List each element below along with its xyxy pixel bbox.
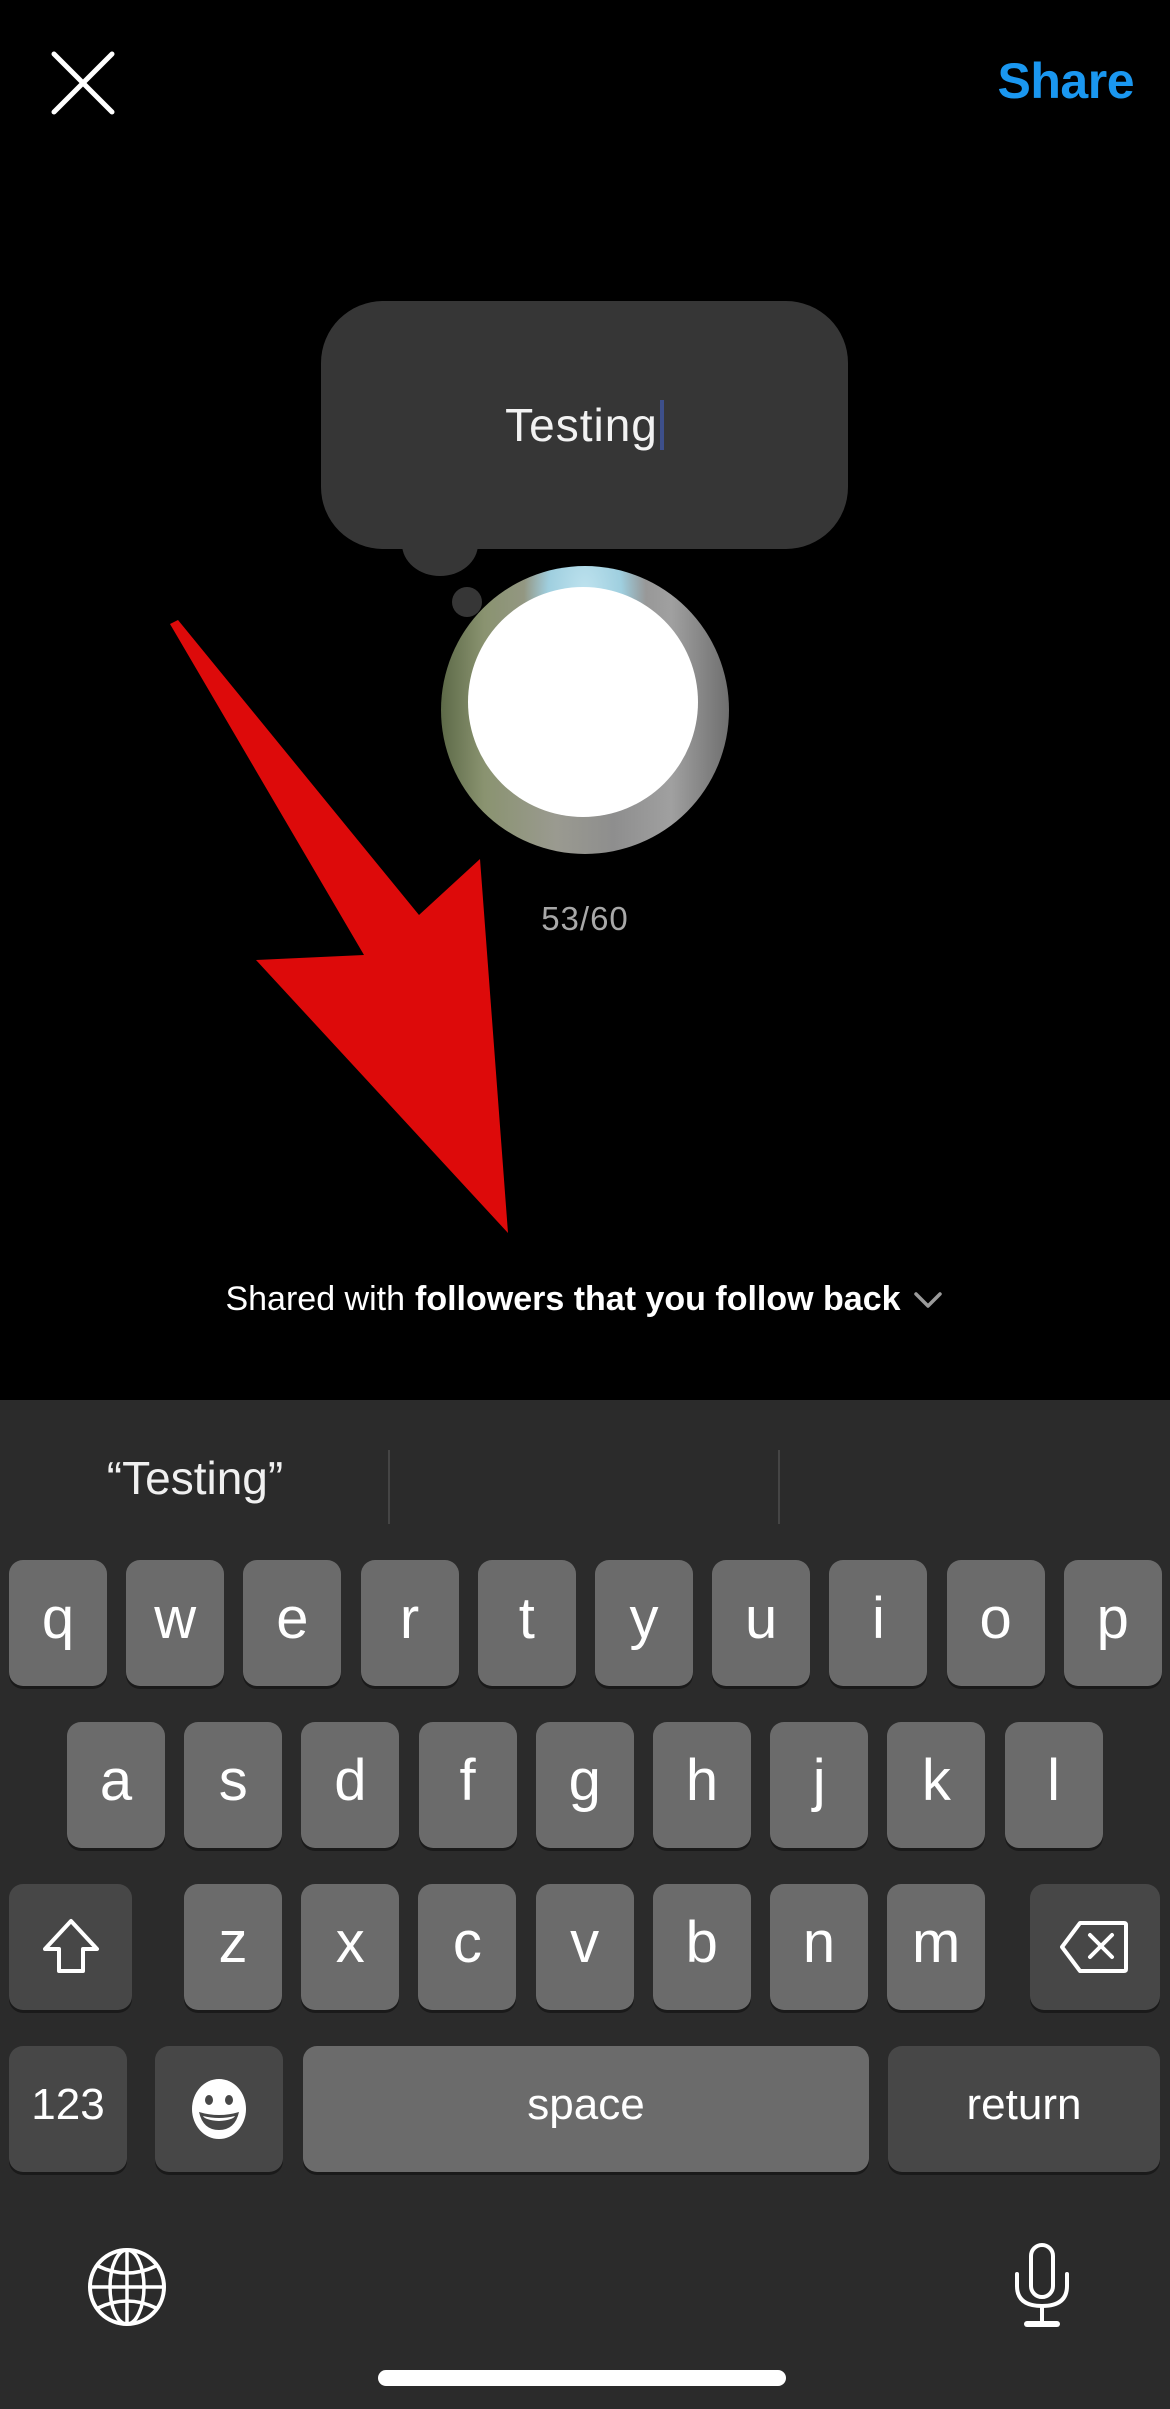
key-l[interactable]: l: [1004, 1722, 1103, 1848]
key-label: v: [570, 1910, 600, 1975]
numbers-key[interactable]: 123: [9, 2046, 127, 2172]
key-label: y: [629, 1586, 659, 1651]
note-input[interactable]: Testing: [321, 301, 848, 549]
suggestion-3[interactable]: [780, 1400, 1170, 1555]
key-label: q: [41, 1586, 75, 1651]
avatar-redaction: [468, 587, 698, 817]
key-k[interactable]: k: [887, 1722, 986, 1848]
key-label: f: [459, 1748, 476, 1813]
key-label: z: [218, 1910, 248, 1975]
key-v[interactable]: v: [535, 1884, 634, 2010]
key-label: u: [745, 1586, 778, 1651]
key-q[interactable]: q: [9, 1560, 107, 1686]
key-label: a: [99, 1748, 133, 1813]
bubble-tail-dot-small: [452, 587, 482, 617]
shift-key[interactable]: [9, 1884, 132, 2010]
key-label: w: [154, 1586, 197, 1651]
key-y[interactable]: y: [595, 1560, 693, 1686]
character-counter: 53/60: [541, 900, 629, 937]
suggestion-2[interactable]: [390, 1400, 780, 1555]
key-b[interactable]: b: [652, 1884, 751, 2010]
key-label: i: [871, 1586, 885, 1651]
close-icon: [51, 51, 115, 115]
key-label: n: [802, 1910, 836, 1975]
key-x[interactable]: x: [301, 1884, 400, 2010]
key-label: e: [276, 1586, 309, 1651]
numbers-key-label: 123: [31, 2080, 105, 2129]
key-j[interactable]: j: [770, 1722, 869, 1848]
key-label: d: [334, 1748, 367, 1813]
share-button[interactable]: Share: [998, 52, 1135, 110]
key-d[interactable]: d: [301, 1722, 400, 1848]
key-f[interactable]: f: [418, 1722, 517, 1848]
microphone-icon: [1015, 2243, 1069, 2327]
shift-icon: [42, 1919, 99, 1973]
key-label: k: [921, 1748, 951, 1813]
return-key-label: return: [966, 2080, 1082, 2129]
key-label: g: [568, 1748, 601, 1813]
space-key-label: space: [527, 2080, 645, 2129]
emoji-icon: [192, 2079, 246, 2139]
key-t[interactable]: t: [477, 1560, 576, 1686]
audience-prefix: Shared with: [225, 1280, 406, 1318]
chevron-down-icon: [913, 1291, 942, 1308]
note-text-wrap: Testing: [505, 398, 664, 452]
space-key[interactable]: space: [303, 2046, 869, 2172]
key-label: l: [1047, 1748, 1061, 1813]
delete-icon: [1060, 1921, 1128, 1973]
suggestion-1[interactable]: “Testing”: [0, 1400, 390, 1555]
key-m[interactable]: m: [887, 1884, 986, 2010]
key-label: r: [399, 1586, 420, 1651]
suggestion-bar: “Testing”: [0, 1400, 1170, 1555]
key-label: j: [812, 1748, 826, 1813]
key-n[interactable]: n: [770, 1884, 868, 2010]
key-label: o: [979, 1586, 1012, 1651]
key-label: b: [685, 1910, 718, 1975]
key-label: m: [912, 1910, 961, 1975]
text-caret: [659, 400, 664, 450]
key-label: h: [685, 1748, 719, 1813]
key-label: p: [1096, 1586, 1129, 1651]
note-text: Testing: [505, 399, 658, 451]
key-h[interactable]: h: [653, 1722, 751, 1848]
key-u[interactable]: u: [712, 1560, 811, 1686]
microphone-button[interactable]: [1011, 2242, 1073, 2333]
emoji-key[interactable]: [155, 2046, 283, 2172]
key-g[interactable]: g: [535, 1722, 634, 1848]
key-label: x: [335, 1910, 365, 1975]
key-p[interactable]: p: [1063, 1560, 1162, 1686]
key-e[interactable]: e: [243, 1560, 342, 1686]
delete-key[interactable]: [1030, 1884, 1160, 2010]
close-button[interactable]: [48, 48, 118, 118]
return-key[interactable]: return: [888, 2046, 1160, 2172]
globe-button[interactable]: [86, 2246, 168, 2333]
key-i[interactable]: i: [829, 1560, 928, 1686]
key-z[interactable]: z: [184, 1884, 282, 2010]
globe-icon: [88, 2248, 166, 2326]
audience-value: followers that you follow back: [415, 1280, 901, 1318]
key-label: t: [518, 1586, 535, 1651]
home-indicator[interactable]: [378, 2370, 786, 2386]
key-a[interactable]: a: [67, 1722, 165, 1848]
key-c[interactable]: c: [418, 1884, 517, 2010]
key-w[interactable]: w: [126, 1560, 225, 1686]
key-o[interactable]: o: [946, 1560, 1045, 1686]
key-s[interactable]: s: [184, 1722, 283, 1848]
audience-selector[interactable]: Shared with followers that you follow ba…: [0, 1280, 1170, 1319]
key-label: s: [218, 1748, 248, 1813]
avatar: [441, 566, 729, 854]
key-r[interactable]: r: [360, 1560, 459, 1686]
key-label: c: [452, 1910, 482, 1975]
